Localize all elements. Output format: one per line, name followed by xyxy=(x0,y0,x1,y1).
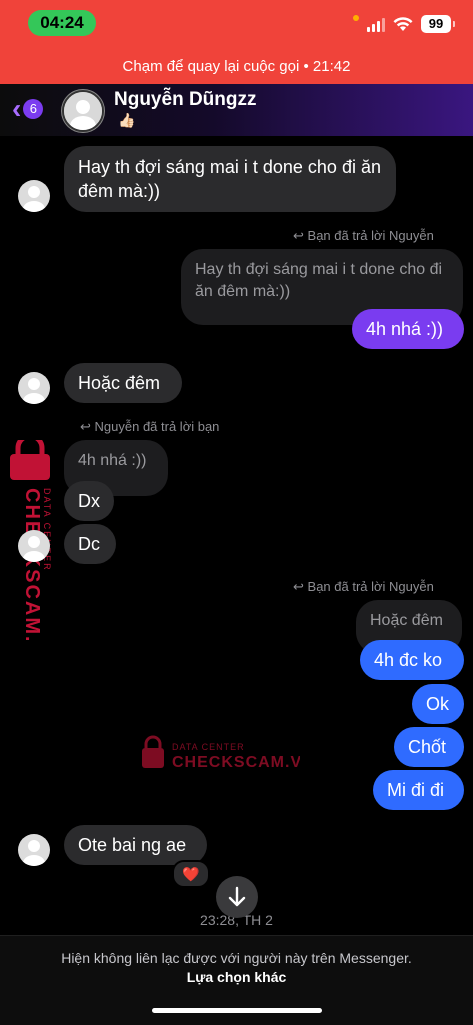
reply-label-text: Nguyễn đã trả lời bạn xyxy=(94,419,220,434)
arrow-down-icon xyxy=(228,886,246,907)
unread-count-badge: 6 xyxy=(23,99,44,119)
reply-arrow-icon: ↩ xyxy=(293,228,304,243)
contact-status-emoji: 👍🏻 xyxy=(118,112,136,128)
sender-avatar[interactable] xyxy=(18,372,50,404)
reply-indicator: ↩ Nguyễn đã trả lời bạn xyxy=(80,419,219,435)
privacy-dot-icon xyxy=(353,15,359,21)
other-options-link[interactable]: Lựa chọn khác xyxy=(0,969,473,985)
message-outgoing[interactable]: 4h đc ko xyxy=(360,640,464,680)
svg-text:DATA CENTER: DATA CENTER xyxy=(42,488,52,572)
sender-avatar[interactable] xyxy=(18,530,50,562)
message-incoming[interactable]: Hay th đợi sáng mai i t done cho đi ăn đ… xyxy=(64,146,396,212)
svg-text:DATA CENTER: DATA CENTER xyxy=(172,742,245,752)
sender-avatar[interactable] xyxy=(18,180,50,212)
message-outgoing[interactable]: Mi đi đi xyxy=(373,770,464,810)
reply-arrow-icon: ↩ xyxy=(293,579,304,594)
reply-indicator: ↩ Bạn đã trả lời Nguyễn xyxy=(293,228,434,244)
heart-reaction[interactable]: ❤️ xyxy=(172,860,210,888)
status-time: 04:24 xyxy=(28,10,96,36)
message-outgoing[interactable]: 4h nhá :)) xyxy=(352,309,464,349)
wifi-icon xyxy=(393,16,413,31)
checkscam-center-watermark: DATA CENTER CHECKSCAM.VN xyxy=(142,735,300,771)
contact-name[interactable]: Nguyễn Dũngzz xyxy=(114,89,257,111)
unavailable-notice: Hiện không liên lạc được với người này t… xyxy=(61,950,412,966)
battery-icon: 99 xyxy=(421,15,455,33)
message-incoming[interactable]: Dc xyxy=(64,524,116,564)
reply-label-text: Bạn đã trả lời Nguyễn xyxy=(307,579,434,594)
message-incoming[interactable]: Hoặc đêm xyxy=(64,363,182,403)
call-banner-text[interactable]: Chạm để quay lại cuộc gọi • 21:42 xyxy=(0,58,473,75)
status-icons: 99 xyxy=(353,12,455,36)
scroll-to-bottom-button[interactable] xyxy=(216,876,258,918)
reply-arrow-icon: ↩ xyxy=(80,419,91,434)
message-incoming[interactable]: Dx xyxy=(64,481,114,521)
svg-text:CHECKSCAM.VN: CHECKSCAM.VN xyxy=(172,754,300,771)
sender-avatar[interactable] xyxy=(18,834,50,866)
message-outgoing[interactable]: Ok xyxy=(412,684,464,724)
message-outgoing[interactable]: Chốt xyxy=(394,727,464,767)
message-incoming[interactable]: Ote bai ng ae xyxy=(64,825,207,865)
back-button[interactable]: ‹ 6 xyxy=(12,93,52,124)
signal-icon xyxy=(367,16,385,32)
contact-avatar[interactable] xyxy=(62,90,104,132)
home-indicator[interactable] xyxy=(152,1008,322,1013)
reply-label-text: Bạn đã trả lời Nguyễn xyxy=(307,228,434,243)
svg-text:CHECKSCAM.VN: CHECKSCAM.VN xyxy=(21,488,43,640)
reply-indicator: ↩ Bạn đã trả lời Nguyễn xyxy=(293,579,434,595)
chevron-left-icon: ‹ xyxy=(12,93,22,124)
